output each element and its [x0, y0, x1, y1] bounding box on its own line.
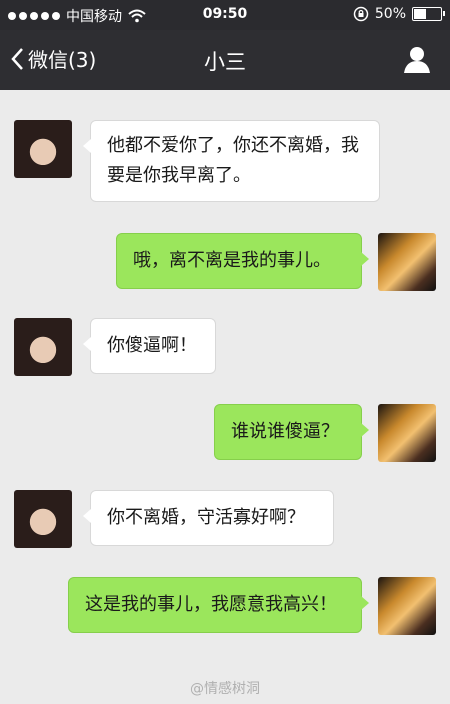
chat-header: 微信(3) 小三: [0, 30, 450, 90]
sent-message-bubble: 谁说谁傻逼？: [214, 404, 369, 460]
contact-avatar[interactable]: [14, 120, 72, 178]
contact-avatar[interactable]: [14, 490, 72, 548]
profile-icon[interactable]: [402, 44, 432, 74]
sent-message-bubble: 哦，离不离是我的事儿。: [116, 233, 369, 289]
message-text: 这是我的事儿，我愿意我高兴！: [85, 594, 337, 615]
contact-avatar[interactable]: [14, 318, 72, 376]
battery-icon: [412, 7, 445, 21]
received-message-bubble: 你傻逼啊！: [83, 318, 216, 374]
watermark: @情感树洞: [190, 681, 260, 697]
self-avatar[interactable]: [378, 577, 436, 635]
message-text: 你傻逼啊！: [107, 335, 197, 356]
battery-percent: 50%: [374, 6, 406, 22]
chat-title: 小三: [204, 50, 246, 74]
message-text: 你不离婚，守活寡好啊？: [107, 507, 305, 528]
message-text: 谁说谁傻逼？: [231, 421, 339, 442]
received-message-bubble: 你不离婚，守活寡好啊？: [83, 490, 334, 546]
self-avatar[interactable]: [378, 233, 436, 291]
self-avatar[interactable]: [378, 404, 436, 462]
sent-message-bubble: 这是我的事儿，我愿意我高兴！: [68, 577, 369, 633]
status-bar: 中国移动 09:50 50%: [0, 0, 450, 30]
orientation-lock-icon: [353, 6, 369, 22]
message-text: 哦，离不离是我的事儿。: [133, 250, 331, 271]
received-message-bubble: 他都不爱你了，你还不离婚，我要是你我早离了。: [83, 120, 380, 202]
message-text: 他都不爱你了，你还不离婚，我要是你我早离了。: [107, 135, 359, 186]
